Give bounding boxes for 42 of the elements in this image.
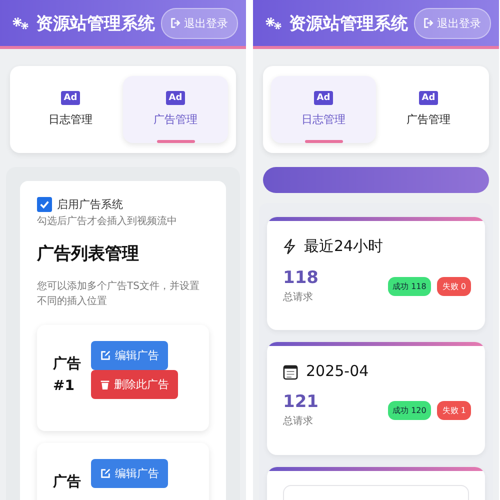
ad-icon: Ad (314, 91, 334, 105)
logout-icon (424, 18, 434, 28)
logout-button[interactable]: 退出登录 (161, 8, 238, 38)
fail-badge: 失败 0 (437, 276, 471, 296)
total-label: 总请求 (283, 290, 314, 304)
edit-button[interactable]: 编辑广告 (91, 459, 168, 488)
nav-tab[interactable]: Ad 日志管理 (271, 76, 376, 143)
delete-button[interactable]: 删除此广告 (91, 370, 178, 399)
ad-title: 广告 #1 (53, 354, 82, 396)
hint-text: 勾选后广告才会插入到视频流中 (37, 214, 178, 228)
ad-icon: Ad (166, 91, 186, 105)
success-badge: 成功 120 (388, 400, 432, 420)
app-title: 资源站管理系统 (289, 12, 408, 34)
period-title: 2025-04 (306, 362, 369, 380)
logout-icon (171, 18, 181, 28)
total-label: 总请求 (283, 414, 314, 428)
fail-badge: 失败 1 (437, 400, 471, 420)
trash-icon (100, 379, 110, 390)
total-count: 121 (283, 392, 318, 412)
checkbox-label: 启用广告系统 (57, 197, 123, 212)
edit-button[interactable]: 编辑广告 (91, 341, 168, 370)
checkbox[interactable] (37, 197, 52, 212)
edit-icon (100, 468, 111, 479)
ad-icon: Ad (60, 91, 80, 105)
gears-icon (265, 14, 283, 32)
gears-icon (12, 14, 30, 32)
nav-tab[interactable]: Ad 日志管理 (18, 76, 123, 143)
total-count: 118 (283, 268, 318, 288)
app-title: 资源站管理系统 (36, 12, 155, 34)
section-title: 广告列表管理 (37, 243, 140, 265)
ad-icon: Ad (418, 91, 438, 105)
success-badge: 成功 118 (388, 276, 432, 296)
period-title: 最近24小时 (304, 237, 384, 256)
edit-icon (100, 350, 111, 361)
calendar-icon (283, 362, 298, 380)
nav-tab[interactable]: Ad 广告管理 (123, 76, 228, 143)
ad-title: 广告 (53, 472, 82, 492)
section-description: 您可以添加多个广告TS文件，并设置不同的插入位置 (37, 280, 200, 309)
logout-button[interactable]: 退出登录 (414, 8, 491, 38)
check-icon (39, 199, 50, 210)
lightning-icon (283, 238, 296, 255)
nav-tab[interactable]: Ad 广告管理 (376, 76, 481, 143)
